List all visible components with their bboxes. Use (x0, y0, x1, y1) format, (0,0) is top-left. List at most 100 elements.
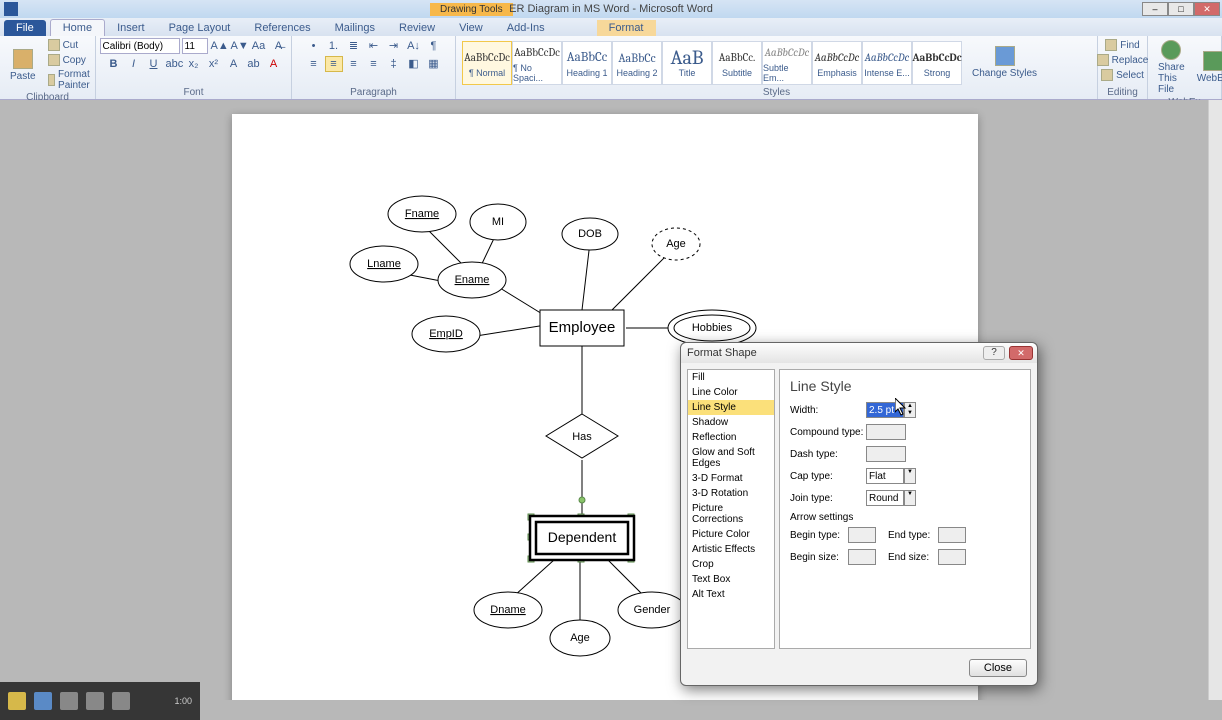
tab-insert[interactable]: Insert (105, 20, 157, 36)
format-painter-button[interactable]: Format Painter (44, 68, 99, 92)
replace-button[interactable]: Replace (1093, 53, 1153, 67)
bullets-button[interactable]: • (305, 38, 323, 54)
justify-button[interactable]: ≡ (365, 56, 383, 72)
align-left-button[interactable]: ≡ (305, 56, 323, 72)
pause-button[interactable] (34, 692, 52, 710)
cat-fill[interactable]: Fill (688, 370, 774, 385)
styles-gallery[interactable]: AaBbCcDc¶ Normal AaBbCcDc¶ No Spaci... A… (462, 38, 1091, 87)
tab-references[interactable]: References (242, 20, 322, 36)
show-marks-button[interactable]: ¶ (425, 38, 443, 54)
font-name-combo[interactable]: Calibri (Body) (100, 38, 180, 54)
cat-picture-corrections[interactable]: Picture Corrections (688, 501, 774, 527)
style-subtitle[interactable]: AaBbCc.Subtitle (712, 41, 762, 85)
text-effects-button[interactable]: A (225, 56, 243, 72)
style-no-spacing[interactable]: AaBbCcDc¶ No Spaci... (512, 41, 562, 85)
style-heading1[interactable]: AaBbCcHeading 1 (562, 41, 612, 85)
cat-line-color[interactable]: Line Color (688, 385, 774, 400)
maximize-button[interactable]: □ (1168, 2, 1194, 16)
bold-button[interactable]: B (105, 56, 123, 72)
dialog-titlebar[interactable]: Format Shape ? ✕ (681, 343, 1037, 363)
cat-line-style[interactable]: Line Style (688, 400, 774, 415)
dialog-close-footer-button[interactable]: Close (969, 659, 1027, 677)
shrink-font-button[interactable]: A▼ (230, 38, 248, 54)
width-label: Width: (790, 405, 866, 416)
tab-page-layout[interactable]: Page Layout (157, 20, 243, 36)
tab-mailings[interactable]: Mailings (323, 20, 387, 36)
cat-shadow[interactable]: Shadow (688, 415, 774, 430)
clear-formatting-button[interactable]: A̶ (270, 38, 288, 54)
style-subtle-emphasis[interactable]: AaBbCcDcSubtle Em... (762, 41, 812, 85)
paste-button[interactable]: Paste (6, 47, 40, 84)
dash-type-dropdown[interactable] (866, 446, 906, 462)
subscript-button[interactable]: x₂ (185, 56, 203, 72)
shading-button[interactable]: ◧ (405, 56, 423, 72)
width-spinner[interactable]: ▲▼ (904, 402, 916, 418)
cat-3d-format[interactable]: 3-D Format (688, 471, 774, 486)
dialog-help-button[interactable]: ? (983, 346, 1005, 360)
cap-type-dropdown[interactable]: Flat (866, 468, 904, 484)
line-spacing-button[interactable]: ‡ (385, 56, 403, 72)
cat-text-box[interactable]: Text Box (688, 572, 774, 587)
change-case-button[interactable]: Aa (250, 38, 268, 54)
settings-button[interactable] (86, 692, 104, 710)
cat-glow[interactable]: Glow and Soft Edges (688, 445, 774, 471)
italic-button[interactable]: I (125, 56, 143, 72)
cat-artistic-effects[interactable]: Artistic Effects (688, 542, 774, 557)
style-emphasis[interactable]: AaBbCcDcEmphasis (812, 41, 862, 85)
font-color-button[interactable]: A (265, 56, 283, 72)
webex-button[interactable]: WebEx (1193, 49, 1222, 86)
select-button[interactable]: Select (1097, 68, 1148, 82)
end-type-dropdown[interactable] (938, 527, 966, 543)
style-heading2[interactable]: AaBbCcHeading 2 (612, 41, 662, 85)
style-normal[interactable]: AaBbCcDc¶ Normal (462, 41, 512, 85)
decrease-indent-button[interactable]: ⇤ (365, 38, 383, 54)
sort-button[interactable]: A↓ (405, 38, 423, 54)
style-strong[interactable]: AaBbCcDcStrong (912, 41, 962, 85)
tab-format[interactable]: Format (597, 20, 656, 36)
share-file-button[interactable]: Share This File (1154, 38, 1189, 97)
find-button[interactable]: Find (1101, 38, 1143, 52)
underline-button[interactable]: U (145, 56, 163, 72)
tab-home[interactable]: Home (50, 19, 105, 36)
width-input[interactable]: 2.5 pt (866, 402, 904, 418)
cut-button[interactable]: Cut (44, 38, 99, 52)
strikethrough-button[interactable]: abc (165, 56, 183, 72)
grow-font-button[interactable]: A▲ (210, 38, 228, 54)
play-button[interactable] (8, 692, 26, 710)
align-right-button[interactable]: ≡ (345, 56, 363, 72)
tab-review[interactable]: Review (387, 20, 447, 36)
minimize-button[interactable]: – (1142, 2, 1168, 16)
join-type-dropdown[interactable]: Round (866, 490, 904, 506)
increase-indent-button[interactable]: ⇥ (385, 38, 403, 54)
end-size-dropdown[interactable] (938, 549, 966, 565)
vertical-scrollbar[interactable] (1208, 100, 1222, 700)
change-styles-button[interactable]: Change Styles (968, 44, 1041, 81)
style-title[interactable]: AaBTitle (662, 41, 712, 85)
font-size-combo[interactable]: 11 (182, 38, 208, 54)
cat-reflection[interactable]: Reflection (688, 430, 774, 445)
cat-3d-rotation[interactable]: 3-D Rotation (688, 486, 774, 501)
expand-button[interactable] (112, 692, 130, 710)
tab-view[interactable]: View (447, 20, 495, 36)
close-button[interactable]: ✕ (1194, 2, 1220, 16)
align-center-button[interactable]: ≡ (325, 56, 343, 72)
begin-type-dropdown[interactable] (848, 527, 876, 543)
superscript-button[interactable]: x² (205, 56, 223, 72)
style-intense-emphasis[interactable]: AaBbCcDcIntense E... (862, 41, 912, 85)
volume-button[interactable] (60, 692, 78, 710)
highlight-button[interactable]: ab (245, 56, 263, 72)
cap-dd-arrow[interactable]: ▼ (904, 468, 916, 484)
compound-type-dropdown[interactable] (866, 424, 906, 440)
dialog-close-button[interactable]: ✕ (1009, 346, 1033, 360)
cat-alt-text[interactable]: Alt Text (688, 587, 774, 602)
cat-crop[interactable]: Crop (688, 557, 774, 572)
tab-addins[interactable]: Add-Ins (495, 20, 557, 36)
multilevel-button[interactable]: ≣ (345, 38, 363, 54)
cat-picture-color[interactable]: Picture Color (688, 527, 774, 542)
numbering-button[interactable]: 1. (325, 38, 343, 54)
copy-button[interactable]: Copy (44, 53, 99, 67)
borders-button[interactable]: ▦ (425, 56, 443, 72)
begin-size-dropdown[interactable] (848, 549, 876, 565)
tab-file[interactable]: File (4, 20, 46, 36)
join-dd-arrow[interactable]: ▼ (904, 490, 916, 506)
